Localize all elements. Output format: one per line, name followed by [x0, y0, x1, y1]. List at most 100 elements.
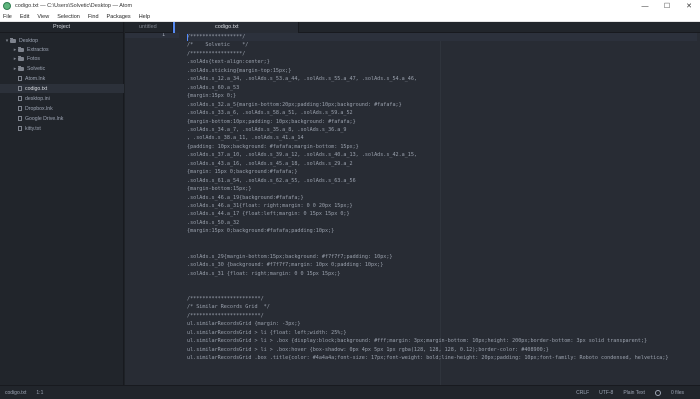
code-line[interactable]: /***********************/ — [187, 312, 697, 320]
status-cursor-position[interactable]: 1:1 — [36, 390, 43, 396]
code-line[interactable]: .solAds.s_32.a_5{margin-bottom:20px;padd… — [187, 101, 697, 109]
line-number: 1 — [125, 33, 179, 38]
tree-root-label: Desktop — [19, 37, 39, 44]
project-tree: Project ▾ Desktop ▸ Extractos ▸ Fotos ▸ … — [0, 22, 124, 385]
code-line[interactable]: /* Similar Records Grid */ — [187, 303, 697, 311]
tree-folder-solvetic[interactable]: ▸ Solvetic — [0, 64, 124, 73]
menu-selection[interactable]: Selection — [57, 14, 80, 20]
file-icon — [18, 86, 22, 91]
code-line[interactable]: .solAds.s_37.a_10, .solAds.s_39.a_12, .s… — [187, 151, 697, 159]
tree-folder-label: Fotos — [27, 55, 40, 62]
close-button[interactable]: ✕ — [678, 0, 700, 12]
line-number-gutter: 1234567891011121314151617181920212223242… — [125, 33, 179, 385]
tree-folder-fotos[interactable]: ▸ Fotos — [0, 54, 124, 63]
status-encoding[interactable]: UTF-8 — [599, 390, 613, 396]
tab-bar: untitled codigo.txt — [125, 22, 700, 33]
code-line[interactable] — [187, 244, 697, 252]
code-line[interactable] — [187, 278, 697, 286]
code-line[interactable]: /*****************/ — [187, 33, 697, 41]
code-line[interactable]: .solAds.s_61.a_54, .solAds.s_62.a_55, .s… — [187, 177, 697, 185]
code-line[interactable]: /***********************/ — [187, 295, 697, 303]
menu-view[interactable]: View — [37, 14, 49, 20]
text-editor[interactable]: 1234567891011121314151617181920212223242… — [125, 33, 700, 385]
code-line[interactable]: {margin-bottom:10px;padding: 10px;backgr… — [187, 118, 697, 126]
file-icon — [18, 106, 22, 111]
folder-icon — [18, 46, 24, 52]
tab-codigo-txt[interactable]: codigo.txt — [173, 22, 299, 33]
code-line[interactable]: .solAds.s_44.a_17 {float:left;margin: 0 … — [187, 210, 697, 218]
status-grammar[interactable]: Plain Text — [623, 390, 645, 396]
tree-folder-extractos[interactable]: ▸ Extractos — [0, 45, 124, 54]
code-line[interactable]: {margin:15px 0;background:#fafafa;paddin… — [187, 227, 697, 235]
github-icon[interactable] — [654, 389, 661, 396]
tree-file-label: kitty.txt — [25, 125, 41, 132]
status-file-name[interactable]: codigo.txt — [5, 390, 26, 396]
minimize-button[interactable]: — — [634, 0, 656, 12]
code-line[interactable]: .solAds.s_33.a_6, .solAds.s_58.a_51, .so… — [187, 109, 697, 117]
menu-packages[interactable]: Packages — [107, 14, 131, 20]
status-line-ending[interactable]: CRLF — [576, 390, 589, 396]
menu-bar: File Edit View Selection Find Packages H… — [0, 12, 700, 22]
code-line[interactable]: ul.similarRecordsGrid {margin: -3px;} — [187, 320, 697, 328]
menu-edit[interactable]: Edit — [20, 14, 29, 20]
text-cursor — [187, 34, 188, 41]
file-icon — [18, 126, 22, 131]
code-line[interactable]: {margin-bottom:15px;} — [187, 185, 697, 193]
file-icon — [18, 116, 22, 121]
code-line[interactable]: .solAds.sticking{margin-top:15px;} — [187, 67, 697, 75]
code-line[interactable]: .solAds{text-align:center;} — [187, 58, 697, 66]
code-line[interactable]: , .solAds.s_38.a_11, .solAds.s_41.a_14 — [187, 134, 697, 142]
menu-help[interactable]: Help — [139, 14, 150, 20]
code-line[interactable]: .solAds.s_50.a_32 — [187, 219, 697, 227]
project-tree-header: Project — [0, 22, 123, 33]
code-area[interactable]: /*****************//* Solvetic *//******… — [187, 33, 700, 385]
tree-file-dropbox-lnk[interactable]: Dropbox.lnk — [0, 104, 124, 113]
tree-file-kitty-txt[interactable]: kitty.txt — [0, 124, 124, 133]
tree-file-label: desktop.ini — [25, 95, 50, 102]
tree-folder-label: Extractos — [27, 46, 49, 53]
tree-file-label: Dropbox.lnk — [25, 105, 53, 112]
code-line[interactable]: {padding: 10px;background: #fafafa;margi… — [187, 143, 697, 151]
tree-file-desktop-ini[interactable]: desktop.ini — [0, 94, 124, 103]
status-files-count[interactable]: 0 files — [671, 390, 684, 396]
code-line[interactable]: .solAds.s_46.a_19{background:#fafafa;} — [187, 194, 697, 202]
menu-find[interactable]: Find — [88, 14, 99, 20]
window-controls: — ☐ ✕ — [634, 0, 700, 12]
code-line[interactable]: /*****************/ — [187, 50, 697, 58]
code-line[interactable]: .solAds.s_43.a_16, .solAds.s_45.a_18, .s… — [187, 160, 697, 168]
code-line[interactable]: {margin:15px 0;} — [187, 92, 697, 100]
code-line[interactable]: .solAds.s_31 {float: right;margin: 0 0 1… — [187, 270, 697, 278]
code-line[interactable]: ul.similarRecordsGrid > li > .box:hover … — [187, 346, 697, 354]
tree-file-label: Atom.lnk — [25, 75, 46, 82]
atom-logo-icon — [3, 2, 11, 10]
tree-file-label: codigo.txt — [25, 85, 48, 92]
tree-file-codigo-txt[interactable]: codigo.txt — [0, 84, 124, 93]
code-line[interactable]: .solAds.s_12.a_34, .solAds.s_53.a_44, .s… — [187, 75, 697, 83]
folder-icon — [18, 65, 24, 71]
code-line[interactable]: ul.similarRecordsGrid > li > .box {displ… — [187, 337, 697, 345]
tab-untitled[interactable]: untitled — [125, 22, 173, 33]
code-line[interactable] — [187, 236, 697, 244]
menu-file[interactable]: File — [3, 14, 12, 20]
code-line[interactable]: {margin: 15px 0;background:#fafafa;} — [187, 168, 697, 176]
window-title: codigo.txt — C:\Users\Solvetic\Desktop —… — [15, 3, 133, 9]
code-line[interactable]: .solAds.s_46.a_31{float: right;margin: 0… — [187, 202, 697, 210]
tree-file-label: Google Drive.lnk — [25, 115, 64, 122]
code-line[interactable] — [187, 287, 697, 295]
folder-icon — [10, 37, 16, 43]
tree-root-desktop[interactable]: ▾ Desktop — [0, 36, 124, 45]
code-line[interactable]: ul.similarRecordsGrid .box .title{color:… — [187, 354, 697, 362]
tree-file-atom-lnk[interactable]: Atom.lnk — [0, 74, 124, 83]
maximize-button[interactable]: ☐ — [656, 0, 678, 12]
code-line[interactable]: /* Solvetic */ — [187, 41, 697, 49]
code-line[interactable]: .solAds.s_60.a_53 — [187, 84, 697, 92]
code-line[interactable]: .solAds.s_29{margin-bottom:15px;backgrou… — [187, 253, 697, 261]
file-icon — [18, 96, 22, 101]
code-line[interactable]: ul.similarRecordsGrid > li {float: left;… — [187, 329, 697, 337]
title-bar: codigo.txt — C:\Users\Solvetic\Desktop —… — [0, 0, 700, 12]
tree-file-google-drive-lnk[interactable]: Google Drive.lnk — [0, 114, 124, 123]
code-line[interactable]: .solAds.s_34.a_7, .solAds.s_35.a_8, .sol… — [187, 126, 697, 134]
code-line[interactable]: .solAds.s_30 {background: #f7f7f7;margin… — [187, 261, 697, 269]
status-bar: codigo.txt 1:1 CRLF UTF-8 Plain Text 0 f… — [0, 385, 700, 399]
tree-folder-label: Solvetic — [27, 65, 46, 72]
